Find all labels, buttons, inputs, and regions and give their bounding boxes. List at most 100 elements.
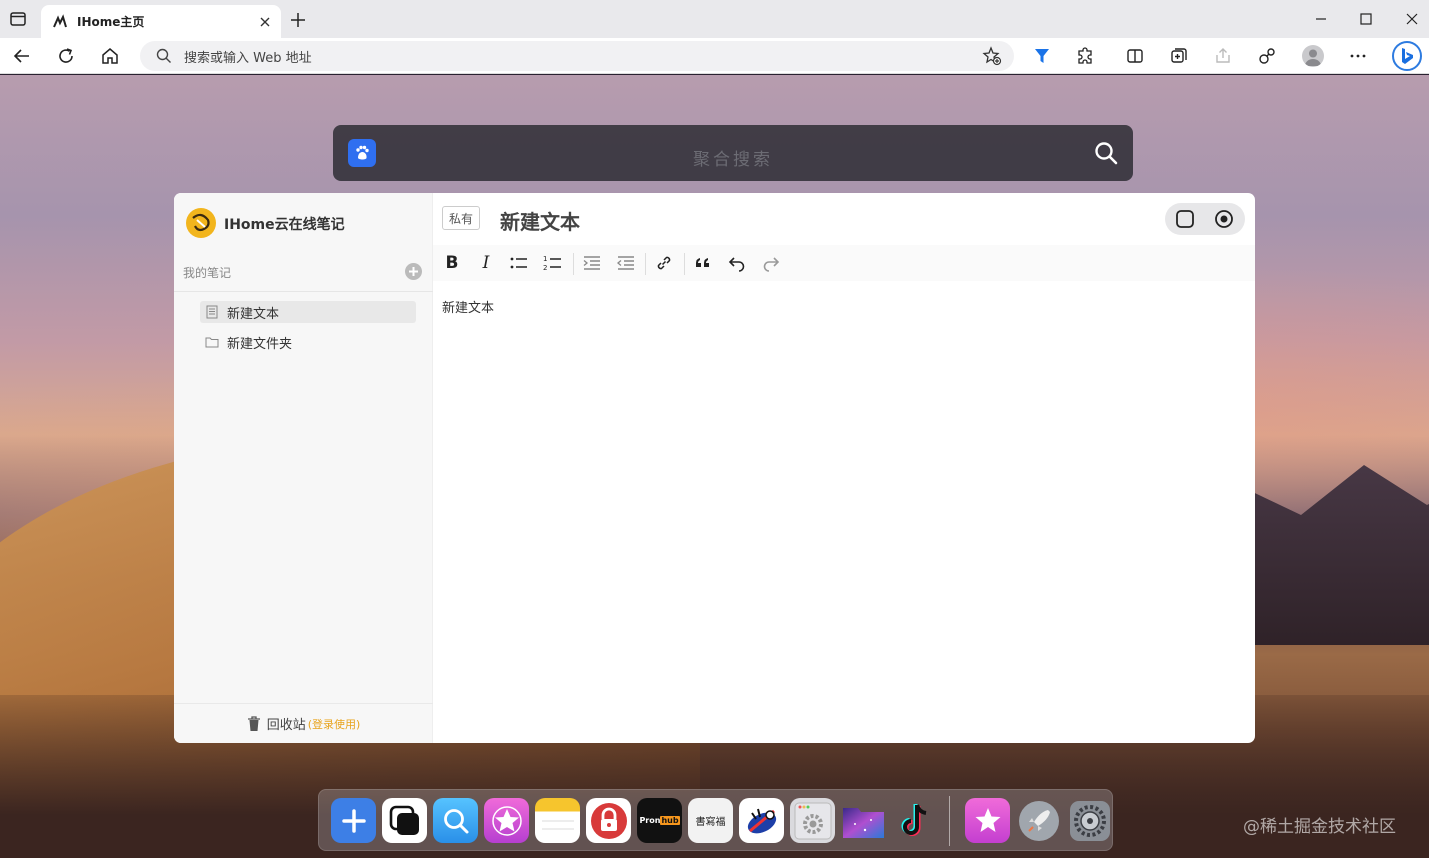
tab-actions-icon[interactable] — [9, 10, 27, 28]
dock-app-launchpad[interactable] — [1016, 798, 1061, 843]
dock-app-search[interactable] — [433, 798, 478, 843]
numbered-list-icon[interactable]: 12 — [543, 253, 563, 273]
back-icon[interactable] — [12, 46, 32, 66]
note-title[interactable]: 新建文本 — [500, 206, 580, 235]
page-background: 聚合搜索 IHome云在线笔记 我的笔记 新建文本 新建文件夹 回收站 (登录使… — [0, 75, 1429, 858]
close-window-icon[interactable] — [1402, 9, 1422, 29]
folder-icon — [205, 337, 219, 348]
filter-extension-icon[interactable] — [1032, 46, 1052, 66]
dock-app-add[interactable] — [331, 798, 376, 843]
sidebar-divider — [174, 291, 433, 292]
tab-close-icon[interactable] — [257, 14, 273, 30]
trash-icon — [247, 715, 260, 731]
dock-app-video[interactable]: Pron hub — [637, 798, 682, 843]
tree-item-label: 新建文本 — [227, 306, 280, 322]
search-icon[interactable] — [1093, 140, 1119, 166]
undo-icon[interactable] — [727, 253, 747, 273]
svg-text:1: 1 — [543, 255, 547, 263]
login-hint: (登录使用) — [307, 717, 361, 731]
blockquote-icon[interactable] — [693, 253, 713, 273]
refresh-icon[interactable] — [56, 46, 76, 66]
tree-item-label: 新建文件夹 — [227, 336, 293, 352]
dock-app-star[interactable] — [484, 798, 529, 843]
toolbar-separator — [573, 253, 574, 275]
gear-window-icon — [794, 802, 831, 839]
recycle-bin-button[interactable]: 回收站 (登录使用) — [174, 703, 433, 743]
new-tab-icon[interactable] — [288, 10, 308, 30]
minimize-icon[interactable] — [1311, 9, 1331, 29]
video-app-label: Pron — [639, 816, 661, 825]
rocket-icon — [1018, 800, 1059, 841]
bold-icon[interactable]: B — [442, 253, 462, 273]
dock-app-system-preferences[interactable] — [1067, 798, 1112, 843]
dock-app-settings-window[interactable] — [790, 798, 835, 843]
notes-window: IHome云在线笔记 我的笔记 新建文本 新建文件夹 回收站 (登录使用) 私有 — [174, 193, 1255, 743]
tree-item-new-folder[interactable]: 新建文件夹 — [200, 331, 416, 353]
calligraphy-label: 書寫福 — [695, 817, 726, 828]
add-note-button[interactable] — [405, 263, 422, 280]
dock-app-notes[interactable] — [535, 798, 580, 843]
performance-icon[interactable] — [1257, 46, 1277, 66]
link-icon[interactable] — [654, 253, 674, 273]
bing-icon — [1402, 48, 1413, 64]
dock-app-tiktok[interactable] — [892, 798, 937, 843]
plus-icon — [341, 808, 366, 833]
home-icon[interactable] — [100, 46, 120, 66]
star-icon — [975, 807, 1000, 832]
dock-app-itunes-star[interactable] — [965, 798, 1010, 843]
bullet-list-icon[interactable] — [509, 253, 529, 273]
outdent-icon[interactable] — [616, 253, 636, 273]
split-screen-icon[interactable] — [1125, 46, 1145, 66]
note-content[interactable]: 新建文本 — [442, 297, 494, 316]
add-favorite-icon[interactable] — [982, 46, 1002, 66]
dock-separator — [949, 796, 950, 846]
browser-tab-strip: IHome主页 — [0, 0, 1429, 38]
address-input[interactable]: 搜索或输入 Web 地址 — [184, 47, 982, 66]
indent-icon[interactable] — [582, 253, 602, 273]
gear-icon — [1069, 800, 1110, 841]
profile-avatar[interactable] — [1302, 45, 1324, 67]
galaxy-folder-icon — [843, 808, 884, 838]
view-toggle — [1165, 203, 1245, 235]
star-icon — [491, 805, 522, 836]
tree-item-new-text[interactable]: 新建文本 — [200, 301, 416, 323]
address-search-icon — [156, 48, 171, 63]
ihome-favicon-icon — [53, 13, 67, 27]
video-app-badge: hub — [660, 816, 680, 825]
notes-logo-icon — [186, 208, 216, 238]
tab-title: IHome主页 — [77, 15, 145, 29]
notepad-icon — [541, 819, 574, 830]
user-icon — [1305, 49, 1321, 66]
browser-tab[interactable]: IHome主页 — [41, 5, 281, 38]
plus-icon — [409, 267, 418, 276]
stacked-windows-icon — [389, 805, 419, 835]
extensions-icon[interactable] — [1076, 46, 1096, 66]
aggregate-search-bar[interactable]: 聚合搜索 — [333, 125, 1133, 181]
dock-app-calligraphy[interactable]: 書寫福 — [688, 798, 733, 843]
address-bar[interactable]: 搜索或输入 Web 地址 — [140, 41, 1014, 71]
watermark: @稀土掘金技术社区 — [1243, 817, 1396, 837]
privacy-badge[interactable]: 私有 — [442, 206, 481, 230]
note-editor: 私有 新建文本 B I 12 新建文本 — [433, 193, 1255, 743]
notes-sidebar: IHome云在线笔记 我的笔记 新建文本 新建文件夹 回收站 (登录使用) — [174, 193, 433, 743]
toolbar-separator — [684, 253, 685, 275]
dock-app-game[interactable] — [739, 798, 784, 843]
window-mode-icon[interactable] — [1175, 209, 1195, 229]
collections-icon[interactable] — [1169, 46, 1189, 66]
notes-app-title: IHome云在线笔记 — [224, 217, 345, 233]
svg-text:2: 2 — [543, 264, 547, 272]
game-icon — [747, 808, 776, 833]
redo-icon[interactable] — [761, 253, 781, 273]
italic-icon[interactable]: I — [476, 253, 496, 273]
share-icon[interactable] — [1213, 46, 1233, 66]
search-input[interactable]: 聚合搜索 — [333, 145, 1133, 170]
dock-app-galaxy-folder[interactable] — [841, 798, 886, 843]
more-menu-icon[interactable] — [1348, 46, 1368, 66]
dock-app-windows[interactable] — [382, 798, 427, 843]
maximize-icon[interactable] — [1356, 9, 1376, 29]
dock-app-lock[interactable] — [586, 798, 631, 843]
format-toolbar: B I 12 — [433, 245, 1255, 281]
toolbar-separator — [645, 253, 646, 275]
record-mode-icon[interactable] — [1214, 209, 1234, 229]
bing-copilot-button[interactable] — [1392, 41, 1422, 71]
